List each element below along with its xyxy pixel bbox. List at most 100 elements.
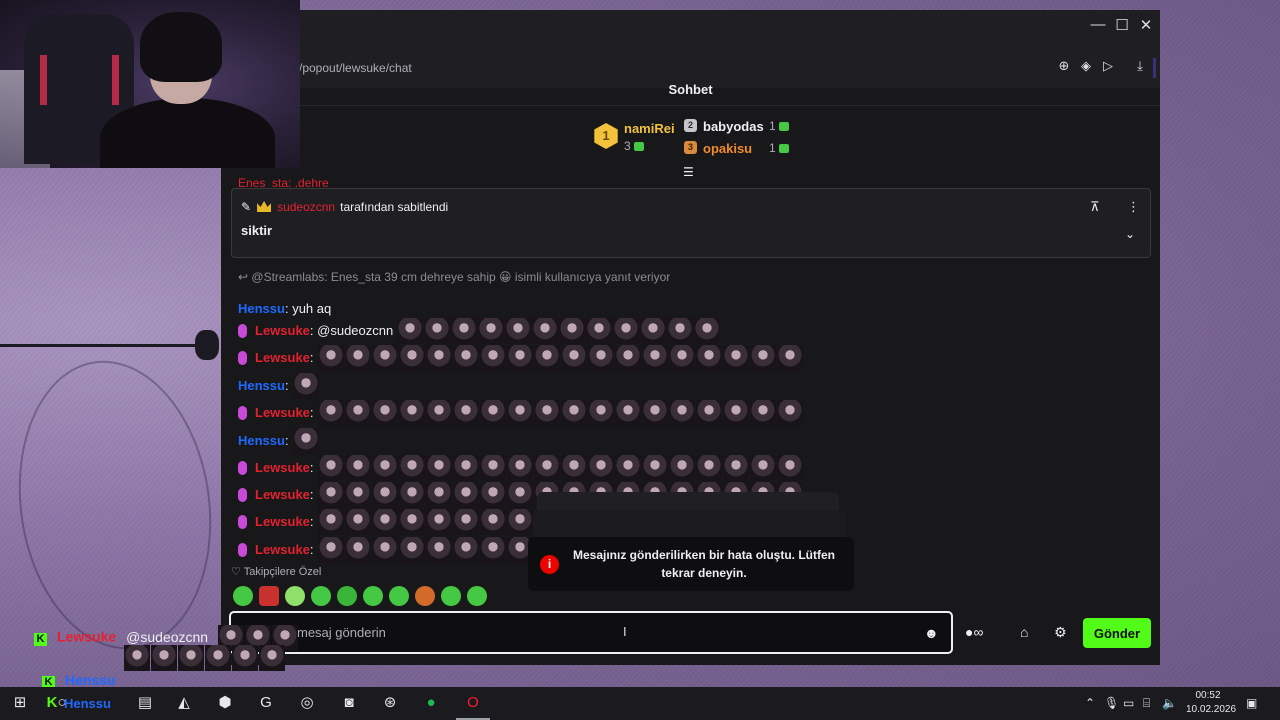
chat-emote[interactable] <box>452 508 479 535</box>
chat-emote[interactable] <box>479 344 506 371</box>
chat-emote[interactable] <box>560 344 587 371</box>
chat-emote[interactable] <box>371 481 398 508</box>
microphone-icon[interactable]: 🎙 <box>1104 696 1119 710</box>
url-text[interactable]: /popout/lewsuke/chat <box>299 61 412 75</box>
chat-emote[interactable] <box>749 454 776 481</box>
error-toast[interactable]: i Mesajınız gönderilirken bir hata oluşt… <box>528 537 854 591</box>
chat-username[interactable]: Lewsuke <box>255 542 310 557</box>
chat-emote[interactable] <box>479 399 506 426</box>
emote-8-icon[interactable] <box>415 586 435 606</box>
chat-emote[interactable] <box>749 399 776 426</box>
chat-emote[interactable] <box>344 481 371 508</box>
chat-emote[interactable] <box>506 399 533 426</box>
chat-emote[interactable] <box>533 454 560 481</box>
chat-emote[interactable] <box>641 454 668 481</box>
chat-emote[interactable] <box>292 427 319 454</box>
chat-emote[interactable] <box>317 454 344 481</box>
chat-emote[interactable] <box>479 454 506 481</box>
chat-emote[interactable] <box>640 317 667 344</box>
chat-emote[interactable] <box>776 454 803 481</box>
notifications-icon[interactable]: ▣ <box>1246 696 1257 710</box>
chat-emote[interactable] <box>344 536 371 563</box>
chat-emote[interactable] <box>722 344 749 371</box>
download-icon[interactable]: ⤓ <box>1131 58 1149 74</box>
obs-icon[interactable]: ⬢ <box>215 693 235 713</box>
maximize-button[interactable]: ☐ <box>1110 16 1134 34</box>
reply-context[interactable]: ↩ @Streamlabs: Enes_sta 39 cm dehreye sa… <box>238 270 670 284</box>
chat-emote[interactable] <box>695 454 722 481</box>
chat-emote[interactable] <box>344 508 371 535</box>
chat-username[interactable]: Lewsuke <box>255 350 310 365</box>
chat-emote[interactable] <box>478 317 505 344</box>
chat-emote[interactable] <box>506 454 533 481</box>
chat-emote[interactable] <box>586 317 613 344</box>
discord-icon[interactable]: ◙ <box>339 693 359 713</box>
settings-icon[interactable]: ⚙ <box>1054 624 1067 641</box>
emote-10-icon[interactable] <box>467 586 487 606</box>
chat-emote[interactable] <box>614 344 641 371</box>
send-icon[interactable]: ▷ <box>1099 58 1117 74</box>
chat-emote[interactable] <box>506 508 533 535</box>
chat-emote[interactable] <box>479 508 506 535</box>
chat-emote[interactable] <box>317 508 344 535</box>
chat-emote[interactable] <box>398 481 425 508</box>
chat-emote[interactable] <box>452 454 479 481</box>
chat-emote[interactable] <box>451 317 478 344</box>
app-icon[interactable]: ◭ <box>174 693 194 713</box>
taskbar-clock[interactable]: 00:52 10.02.2026 <box>1186 689 1236 717</box>
chat-emote[interactable] <box>614 454 641 481</box>
chat-emote[interactable] <box>317 344 344 371</box>
emote-7-icon[interactable] <box>389 586 409 606</box>
chat-emote[interactable] <box>452 399 479 426</box>
chat-emote[interactable] <box>344 454 371 481</box>
send-button[interactable]: Gönder <box>1083 618 1151 648</box>
chat-emote[interactable] <box>614 399 641 426</box>
emote-6-icon[interactable] <box>363 586 383 606</box>
chat-emote[interactable] <box>722 454 749 481</box>
chat-emote[interactable] <box>425 481 452 508</box>
chat-emote[interactable] <box>613 317 640 344</box>
chat-emote[interactable] <box>695 344 722 371</box>
chat-emote[interactable] <box>292 372 319 399</box>
chevron-down-icon[interactable]: ⌄ <box>1125 227 1135 241</box>
chat-username[interactable]: Lewsuke <box>255 460 310 475</box>
chat-emote[interactable] <box>506 344 533 371</box>
chat-username[interactable]: Henssu <box>238 433 285 448</box>
chat-emote[interactable] <box>424 317 451 344</box>
chat-emote[interactable] <box>452 481 479 508</box>
chat-emote[interactable] <box>344 344 371 371</box>
chat-emote[interactable] <box>560 399 587 426</box>
more-options-icon[interactable]: ⋮ <box>1127 199 1140 215</box>
emote-2-icon[interactable] <box>259 586 279 606</box>
leaderboard-toggle-icon[interactable]: ☰ <box>683 165 697 179</box>
chat-emote[interactable] <box>506 481 533 508</box>
chat-emote[interactable] <box>317 399 344 426</box>
chat-username[interactable]: Lewsuke <box>255 514 310 529</box>
minimize-button[interactable]: — <box>1086 16 1110 33</box>
chat-emote[interactable] <box>317 481 344 508</box>
chat-emote[interactable] <box>587 399 614 426</box>
chat-emote[interactable] <box>668 454 695 481</box>
chat-emote[interactable] <box>425 536 452 563</box>
chat-emote[interactable] <box>722 399 749 426</box>
chat-username[interactable]: Henssu <box>238 301 285 316</box>
unpin-icon[interactable]: ⊼ <box>1090 199 1100 215</box>
emote-9-icon[interactable] <box>441 586 461 606</box>
steam-icon[interactable]: ⊛ <box>380 693 400 713</box>
chat-emote[interactable] <box>344 399 371 426</box>
close-button[interactable]: ✕ <box>1134 16 1158 34</box>
battery-icon[interactable]: ▭ <box>1123 696 1134 710</box>
chat-input[interactable]: mesaj gönderin I ☻ <box>229 611 953 654</box>
chat-emote[interactable] <box>371 508 398 535</box>
emote-3-icon[interactable] <box>285 586 305 606</box>
chat-emote[interactable] <box>371 536 398 563</box>
store-icon[interactable]: ⌂ <box>1020 624 1028 640</box>
chat-emote[interactable] <box>398 536 425 563</box>
chat-emote[interactable] <box>371 344 398 371</box>
chat-emote[interactable] <box>398 399 425 426</box>
chat-username[interactable]: Henssu <box>238 378 285 393</box>
pinned-by-user[interactable]: sudeozcnn <box>277 200 335 214</box>
chat-emote[interactable] <box>425 399 452 426</box>
shield-icon[interactable]: ◈ <box>1077 58 1095 74</box>
chat-username[interactable]: Lewsuke <box>255 323 310 338</box>
